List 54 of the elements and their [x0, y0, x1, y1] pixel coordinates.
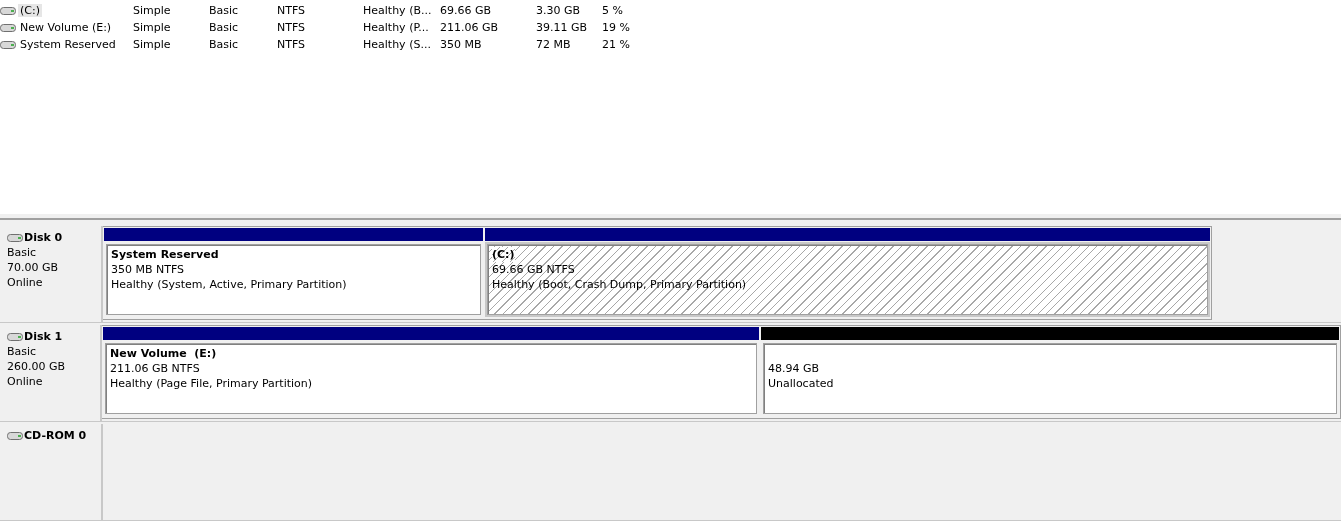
free-space-cell-text: 39.11 GB — [536, 21, 589, 34]
percent-free-cell-text: 21 % — [602, 38, 631, 51]
type-cell-text: Basic — [209, 4, 240, 17]
partition-status: Healthy (Page File, Primary Partition) — [110, 376, 313, 391]
partition-block[interactable]: 48.94 GB Unallocated — [763, 343, 1337, 414]
file-system-cell-text: NTFS — [277, 4, 307, 17]
partition-block[interactable]: (C:) 69.66 GB NTFS Healthy (Boot, Crash Dump, Primary Partition) — [487, 244, 1208, 315]
free-space-cell-text: 3.30 GB — [536, 4, 582, 17]
disk-status: Online — [7, 275, 44, 290]
volume-name[interactable]: (C:) — [18, 4, 42, 17]
drive-icon — [7, 233, 23, 242]
percent-free-cell-text: 5 % — [602, 4, 624, 17]
partition-name: System Reserved — [111, 247, 219, 262]
partition-name: New Volume (E:) — [110, 346, 217, 361]
capacity-cell-text: 350 MB — [440, 38, 483, 51]
percent-free-cell-text: 19 % — [602, 21, 631, 34]
partition-status: Healthy (System, Active, Primary Partition) — [111, 277, 347, 292]
drive-icon — [7, 332, 23, 341]
partition-name: (C:) — [492, 247, 515, 262]
drive-icon — [0, 6, 16, 15]
layout-cell-text: Simple — [133, 21, 172, 34]
status-cell-text: Healthy (S... — [363, 38, 432, 51]
volume-name[interactable]: New Volume (E:) — [18, 21, 114, 34]
partition-size: 48.94 GB — [768, 361, 820, 376]
disk-type: Basic — [7, 245, 38, 260]
disk-size: 70.00 GB — [7, 260, 60, 275]
disk-name[interactable]: Disk 0 — [24, 230, 63, 245]
disk-name[interactable]: Disk 1 — [24, 329, 63, 344]
file-system-cell-text: NTFS — [277, 21, 307, 34]
file-system-cell-text: NTFS — [277, 38, 307, 51]
capacity-cell-text: 211.06 GB — [440, 21, 500, 34]
volume-name[interactable]: System Reserved — [18, 38, 118, 51]
layout-cell-text: Simple — [133, 4, 172, 17]
partition-status: Healthy (Boot, Crash Dump, Primary Partition) — [492, 277, 747, 292]
status-cell-text: Healthy (B... — [363, 4, 433, 17]
free-space-cell-text: 72 MB — [536, 38, 572, 51]
disk-name[interactable]: CD-ROM 0 — [24, 428, 87, 443]
status-cell-text: Healthy (P... — [363, 21, 430, 34]
partition-block[interactable]: System Reserved 350 MB NTFS Healthy (System, Active, Primary Partition) — [106, 244, 481, 315]
partition-size: 211.06 GB NTFS — [110, 361, 200, 376]
drive-icon — [0, 23, 16, 32]
drive-icon — [7, 431, 23, 440]
disk-type: Basic — [7, 344, 38, 359]
disk-size: 260.00 GB — [7, 359, 67, 374]
capacity-cell-text: 69.66 GB — [440, 4, 493, 17]
layout-cell-text: Simple — [133, 38, 172, 51]
partition-size: 350 MB NTFS — [111, 262, 185, 277]
type-cell-text: Basic — [209, 21, 240, 34]
type-cell-text: Basic — [209, 38, 240, 51]
partition-size: 69.66 GB NTFS — [492, 262, 575, 277]
drive-icon — [0, 40, 16, 49]
partition-block[interactable]: New Volume (E:) 211.06 GB NTFS Healthy (Page File, Primary Partition) — [105, 343, 757, 414]
partition-status: Unallocated — [768, 376, 834, 391]
disk-status: Online — [7, 374, 44, 389]
